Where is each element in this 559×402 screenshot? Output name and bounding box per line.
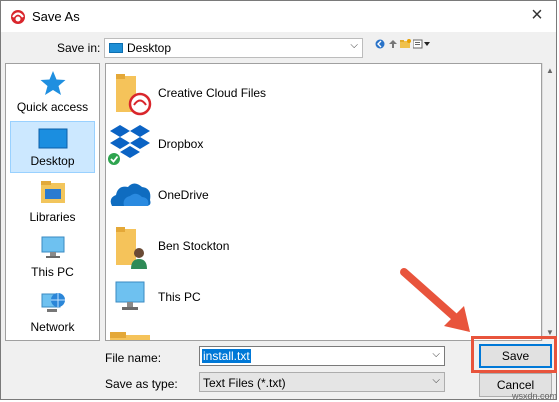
app-logo-icon bbox=[11, 10, 25, 24]
save-button[interactable]: Save bbox=[479, 344, 552, 368]
view-menu-icon[interactable] bbox=[412, 39, 431, 51]
file-name: Creative Cloud Files bbox=[158, 86, 267, 100]
annotation-arrow-icon bbox=[400, 268, 470, 332]
save-type-label: Save as type: bbox=[105, 377, 178, 391]
file-name-value: install.txt bbox=[202, 349, 251, 363]
place-desktop[interactable]: Desktop bbox=[10, 121, 95, 173]
scroll-up-icon[interactable]: ▲ bbox=[546, 66, 554, 75]
file-name: Ben Stockton bbox=[158, 239, 230, 253]
place-libraries[interactable]: Libraries bbox=[10, 176, 95, 228]
up-folder-icon[interactable] bbox=[388, 39, 398, 51]
back-icon[interactable] bbox=[375, 39, 385, 51]
chevron-down-icon: ⌵ bbox=[350, 40, 358, 51]
place-label: Libraries bbox=[29, 210, 76, 224]
desktop-icon bbox=[38, 128, 67, 149]
place-label: This PC bbox=[31, 265, 74, 279]
file-name: Dropbox bbox=[158, 137, 204, 151]
location-dropdown[interactable]: Desktop ⌵ bbox=[104, 38, 363, 58]
place-label: Desktop bbox=[30, 154, 75, 168]
network-icon bbox=[41, 293, 65, 312]
creative-cloud-folder-icon bbox=[116, 74, 152, 116]
star-icon bbox=[40, 71, 65, 95]
list-item[interactable]: Dropbox bbox=[106, 119, 536, 169]
save-in-row: Save in: Desktop ⌵ bbox=[1, 32, 556, 62]
place-this-pc[interactable]: This PC bbox=[10, 231, 95, 283]
place-label: Quick access bbox=[16, 100, 89, 114]
close-icon[interactable]: × bbox=[526, 4, 548, 26]
place-quick-access[interactable]: Quick access bbox=[10, 66, 95, 118]
user-folder-icon bbox=[116, 227, 147, 269]
libraries-icon bbox=[40, 181, 65, 203]
folder-icon bbox=[110, 332, 150, 340]
list-item[interactable]: OneDrive bbox=[106, 170, 536, 220]
file-list: Creative Cloud Files Dropbox OneDrive Be… bbox=[105, 63, 542, 341]
file-name-label: File name: bbox=[105, 351, 162, 365]
vertical-scrollbar[interactable]: ▲ ▼ bbox=[542, 63, 556, 341]
chevron-down-icon: ⌵ bbox=[432, 375, 440, 386]
new-folder-icon[interactable] bbox=[400, 39, 411, 51]
computer-icon bbox=[41, 236, 64, 258]
watermark: wsxdn.com bbox=[511, 391, 557, 401]
file-name-input[interactable]: install.txt ⌵ bbox=[199, 346, 445, 366]
desktop-folder-icon bbox=[109, 43, 123, 53]
list-item[interactable]: Creative Cloud Files bbox=[106, 68, 536, 118]
onedrive-icon bbox=[110, 183, 151, 206]
save-in-label: Save in: bbox=[57, 41, 101, 55]
file-name: OneDrive bbox=[158, 188, 209, 202]
computer-icon bbox=[115, 281, 145, 310]
scroll-down-icon[interactable]: ▼ bbox=[546, 328, 554, 337]
dropbox-icon bbox=[108, 125, 150, 165]
nav-toolbar bbox=[375, 39, 435, 53]
save-type-dropdown[interactable]: Text Files (*.txt) ⌵ bbox=[199, 372, 445, 392]
place-label: Network bbox=[30, 320, 75, 334]
file-name: This PC bbox=[158, 290, 201, 304]
save-as-dialog: Save As × Save in: Desktop ⌵ Quick acces… bbox=[0, 0, 557, 400]
place-network[interactable]: Network bbox=[10, 286, 95, 338]
window-title: Save As bbox=[32, 9, 80, 24]
save-type-value: Text Files (*.txt) bbox=[203, 376, 286, 390]
places-sidebar: Quick access Desktop Libraries This PC N… bbox=[5, 63, 100, 341]
title-bar: Save As × bbox=[1, 1, 556, 32]
chevron-down-icon[interactable]: ⌵ bbox=[432, 349, 440, 360]
location-value: Desktop bbox=[127, 41, 172, 55]
